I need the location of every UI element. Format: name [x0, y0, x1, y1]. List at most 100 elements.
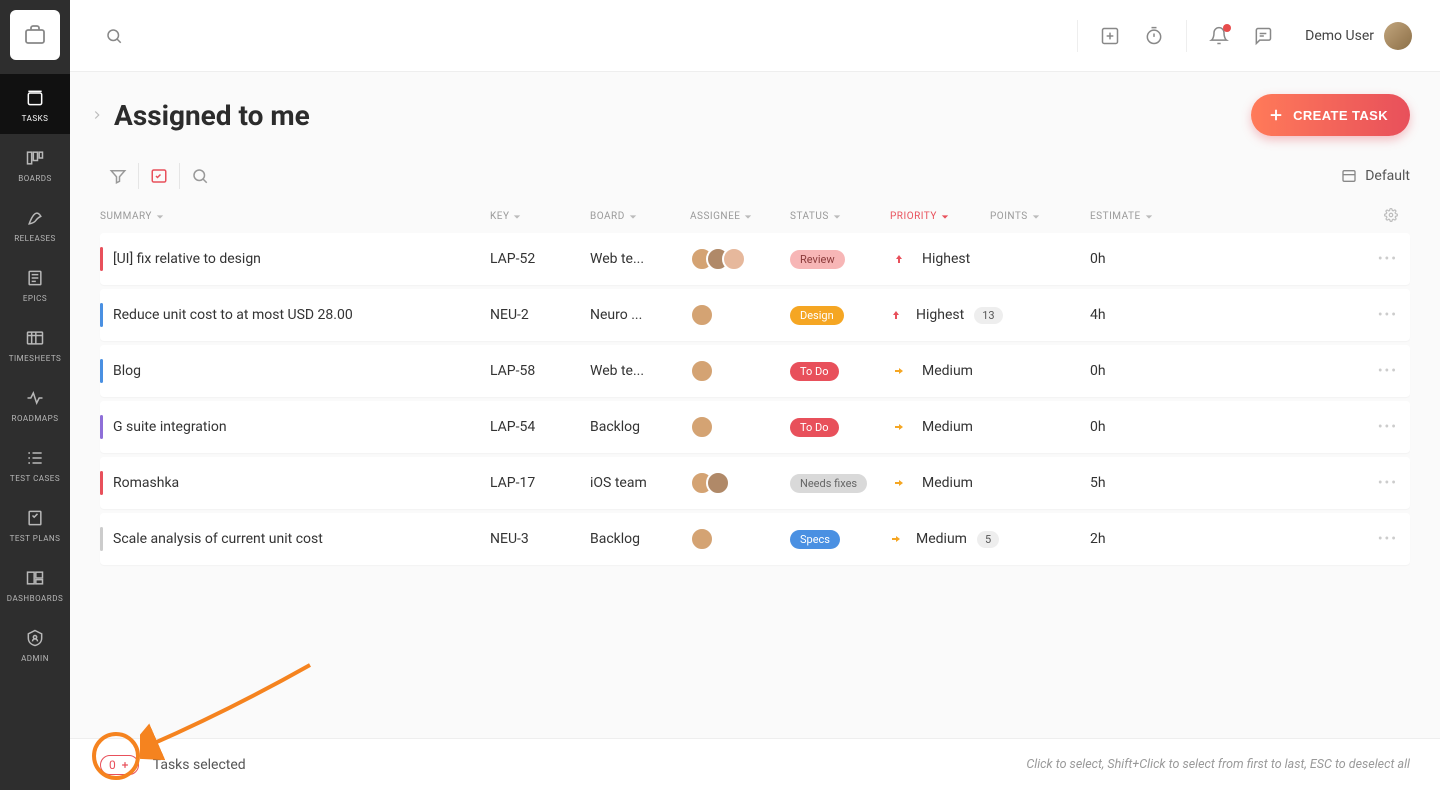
- row-menu[interactable]: •••: [1378, 475, 1398, 491]
- search-in-list-button[interactable]: [182, 158, 218, 194]
- footer-hint: Click to select, Shift+Click to select f…: [1026, 757, 1410, 772]
- status-badge[interactable]: Review: [790, 250, 845, 269]
- sidebar-item-tasks[interactable]: TASKS: [0, 74, 70, 134]
- plus-icon: [120, 760, 130, 770]
- sidebar-icon: [24, 147, 46, 169]
- assignee-group[interactable]: [690, 359, 706, 383]
- filter-icon: [109, 167, 127, 185]
- table-row[interactable]: BlogLAP-58Web te...To DoMedium0h•••: [100, 345, 1410, 397]
- table-row[interactable]: Reduce unit cost to at most USD 28.00NEU…: [100, 289, 1410, 341]
- assignee-group[interactable]: [690, 471, 722, 495]
- timer[interactable]: [1138, 20, 1170, 52]
- summary-text: Scale analysis of current unit cost: [113, 531, 323, 547]
- key-cell: LAP-58: [490, 363, 590, 379]
- sidebar-icon: [24, 87, 46, 109]
- sidebar-item-epics[interactable]: EPICS: [0, 254, 70, 314]
- sidebar-item-roadmaps[interactable]: ROADMAPS: [0, 374, 70, 434]
- col-assignee[interactable]: ASSIGNEE: [690, 211, 790, 222]
- table-row[interactable]: G suite integrationLAP-54BacklogTo DoMed…: [100, 401, 1410, 453]
- table-row[interactable]: RomashkaLAP-17iOS teamNeeds fixesMedium5…: [100, 457, 1410, 509]
- priority-arrow-icon: [890, 309, 902, 321]
- sort-icon: [1032, 213, 1040, 221]
- col-estimate[interactable]: ESTIMATE: [1090, 211, 1350, 222]
- row-menu[interactable]: •••: [1378, 307, 1398, 323]
- sidebar-item-dashboards[interactable]: DASHBOARDS: [0, 554, 70, 614]
- status-badge[interactable]: To Do: [790, 418, 839, 437]
- sidebar-label: ADMIN: [21, 654, 49, 663]
- status-badge[interactable]: Design: [790, 306, 844, 325]
- notification-dot: [1223, 24, 1231, 32]
- col-summary[interactable]: SUMMARY: [100, 211, 490, 222]
- search-icon: [105, 27, 123, 45]
- row-menu[interactable]: •••: [1378, 419, 1398, 435]
- sidebar-label: TEST CASES: [10, 474, 60, 483]
- user-name: Demo User: [1305, 28, 1374, 44]
- chat-icon: [1253, 26, 1273, 46]
- sidebar-item-admin[interactable]: ADMIN: [0, 614, 70, 674]
- create-task-label: CREATE TASK: [1293, 108, 1388, 123]
- selection-pill[interactable]: 0: [100, 755, 139, 775]
- assignee-group[interactable]: [690, 303, 706, 327]
- priority-stripe: [100, 303, 103, 327]
- global-search[interactable]: [98, 20, 130, 52]
- column-settings[interactable]: [1384, 208, 1398, 225]
- priority-label: Medium: [922, 475, 973, 491]
- toolbar: Default: [70, 150, 1440, 200]
- key-cell: LAP-54: [490, 419, 590, 435]
- view-preset[interactable]: Default: [1341, 168, 1410, 184]
- row-menu[interactable]: •••: [1378, 531, 1398, 547]
- priority-arrow-icon: [890, 533, 902, 545]
- priority-stripe: [100, 415, 103, 439]
- assignee-avatar: [706, 471, 730, 495]
- status-badge[interactable]: Needs fixes: [790, 474, 867, 493]
- sidebar-label: BOARDS: [18, 174, 52, 183]
- col-priority[interactable]: PRIORITY: [890, 211, 990, 222]
- sidebar-item-test-cases[interactable]: TEST CASES: [0, 434, 70, 494]
- sidebar: TASKS BOARDS RELEASESEPICSTIMESHEETSROADMA…: [0, 0, 70, 790]
- table-row[interactable]: [UI] fix relative to designLAP-52Web te.…: [100, 233, 1410, 285]
- checklist-view-button[interactable]: [141, 158, 177, 194]
- estimate-cell: 4h: [1090, 307, 1350, 323]
- priority-label: Medium: [922, 419, 973, 435]
- table-row[interactable]: Scale analysis of current unit costNEU-3…: [100, 513, 1410, 565]
- workspace-logo[interactable]: [10, 10, 60, 60]
- estimate-cell: 5h: [1090, 475, 1350, 491]
- user-menu[interactable]: Demo User: [1305, 22, 1412, 50]
- key-cell: NEU-2: [490, 307, 590, 323]
- board-cell: Neuro ...: [590, 307, 642, 323]
- sidebar-item-test-plans[interactable]: TEST PLANS: [0, 494, 70, 554]
- board-cell: iOS team: [590, 475, 647, 491]
- layout-icon: [1341, 168, 1357, 184]
- estimate-cell: 0h: [1090, 363, 1350, 379]
- notifications[interactable]: [1203, 20, 1235, 52]
- sort-icon: [513, 213, 521, 221]
- status-badge[interactable]: To Do: [790, 362, 839, 381]
- filter-button[interactable]: [100, 158, 136, 194]
- assignee-group[interactable]: [690, 415, 706, 439]
- col-points[interactable]: POINTS: [990, 211, 1090, 222]
- sidebar-label: TASKS: [22, 114, 49, 123]
- col-status[interactable]: STATUS: [790, 211, 890, 222]
- col-key[interactable]: KEY: [490, 211, 590, 222]
- priority-arrow-icon: [890, 421, 908, 433]
- sidebar-item-timesheets[interactable]: TIMESHEETS: [0, 314, 70, 374]
- create-task-button[interactable]: CREATE TASK: [1251, 94, 1410, 136]
- sidebar-item-boards[interactable]: BOARDS: [0, 134, 70, 194]
- row-menu[interactable]: •••: [1378, 251, 1398, 267]
- search-icon: [191, 167, 209, 185]
- sidebar-icon: [24, 267, 46, 289]
- status-badge[interactable]: Specs: [790, 530, 840, 549]
- table-header: SUMMARY KEY BOARD ASSIGNEE STATUS PRIORI…: [100, 200, 1410, 233]
- assignee-group[interactable]: [690, 527, 706, 551]
- assignee-avatar: [690, 359, 714, 383]
- collapse-toggle[interactable]: [86, 104, 108, 126]
- messages[interactable]: [1247, 20, 1279, 52]
- summary-text: Blog: [113, 363, 141, 379]
- quick-add[interactable]: [1094, 20, 1126, 52]
- col-board[interactable]: BOARD: [590, 211, 690, 222]
- board-cell: Web te...: [590, 251, 644, 267]
- row-menu[interactable]: •••: [1378, 363, 1398, 379]
- page-header: Assigned to me CREATE TASK: [70, 72, 1440, 150]
- sidebar-item-releases[interactable]: RELEASES: [0, 194, 70, 254]
- assignee-group[interactable]: [690, 247, 738, 271]
